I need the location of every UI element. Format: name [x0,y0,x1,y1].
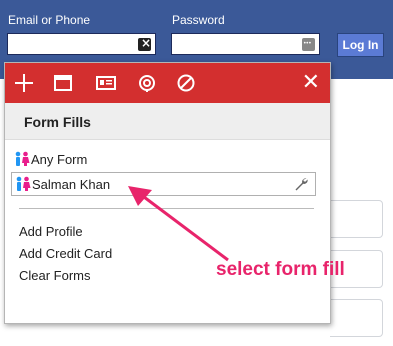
add-profile-link[interactable]: Add Profile [19,224,83,239]
people-icon [15,151,30,166]
window-icon[interactable] [53,73,73,93]
close-icon[interactable]: ✕ [302,69,320,97]
form-fill-item[interactable]: Any Form [11,148,316,172]
add-credit-card-link[interactable]: Add Credit Card [19,246,112,261]
password-manager-icon[interactable] [302,38,315,51]
plus-icon[interactable] [14,73,34,93]
login-button[interactable]: Log In [337,33,384,57]
form-fill-label: Any Form [31,152,88,167]
email-field[interactable] [7,33,156,55]
email-label: Email or Phone [8,13,91,27]
form-fill-label: Salman Khan [32,177,111,192]
section-header: Form Fills [5,103,330,140]
password-label: Password [172,13,225,27]
password-field[interactable] [171,33,320,55]
people-icon [16,176,31,191]
clear-forms-link[interactable]: Clear Forms [19,268,91,283]
annotation-text: select form fill [216,259,345,280]
block-icon[interactable] [176,73,196,93]
id-card-icon[interactable] [96,73,116,93]
popup-toolbar: ✕ [5,63,330,103]
clear-icon[interactable] [138,36,151,51]
fingerprint-icon[interactable] [137,73,157,93]
background-field [330,299,383,337]
section-title: Form Fills [24,114,91,130]
